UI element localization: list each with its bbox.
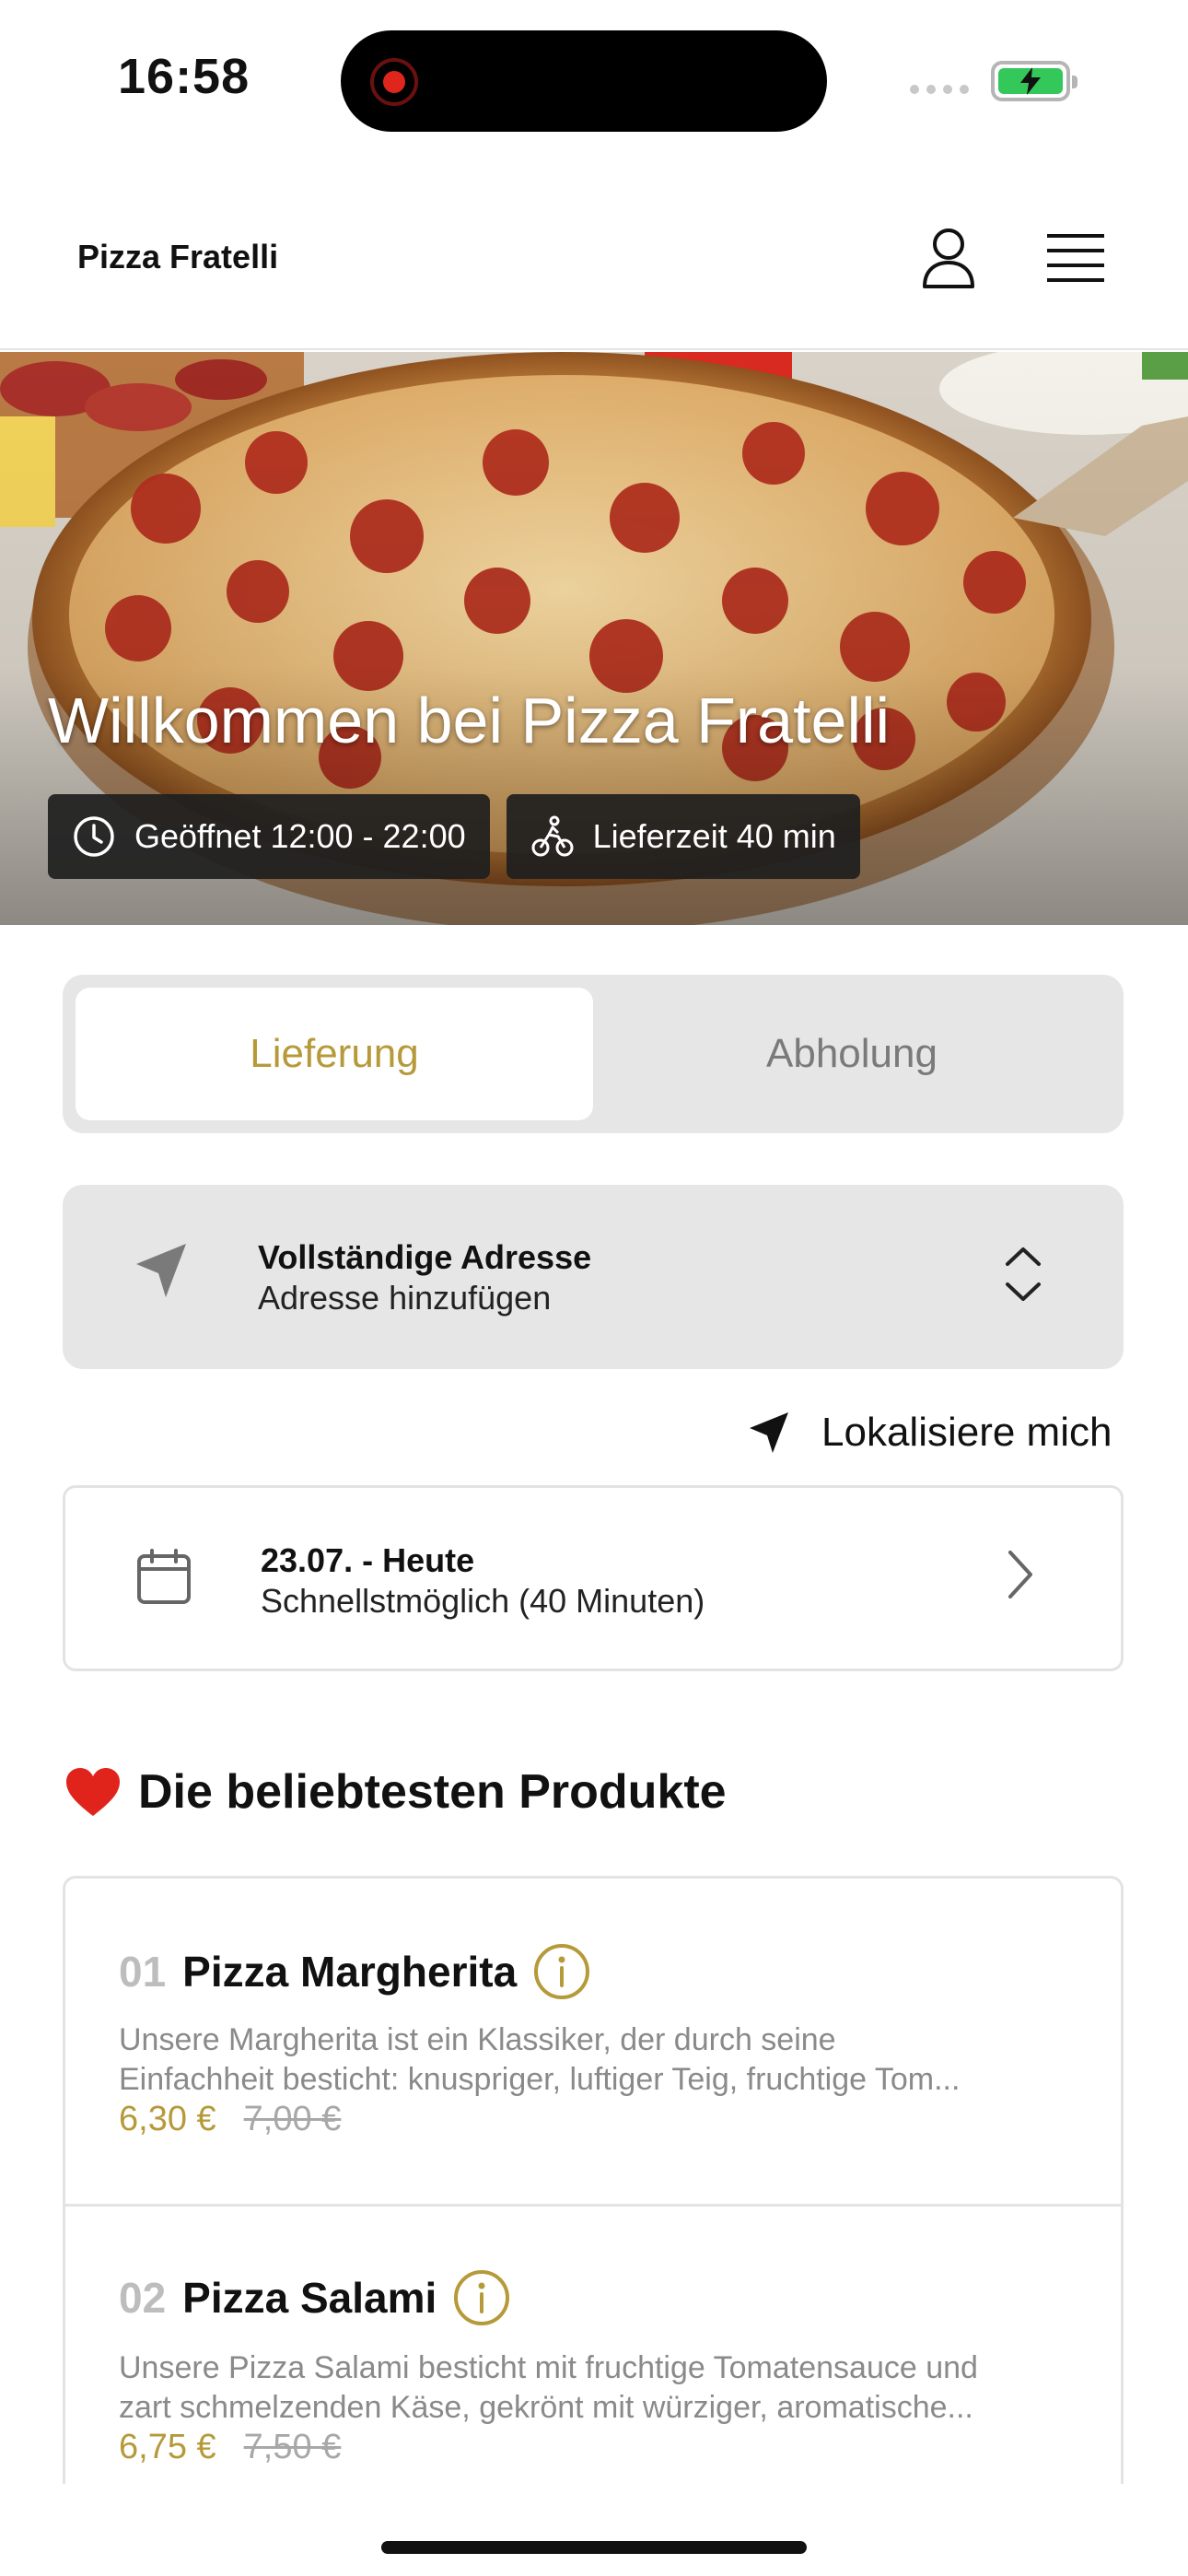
recording-indicator-icon: [370, 58, 418, 106]
product-prices: 6,30 € 7,00 €: [119, 2100, 341, 2139]
product-prices: 6,75 € 7,50 €: [119, 2428, 341, 2467]
address-selector[interactable]: Vollständige Adresse Adresse hinzufügen: [63, 1185, 1124, 1369]
signal-icon: [910, 85, 969, 94]
product-description: Unsere Margherita ist ein Klassiker, der…: [119, 2020, 1077, 2100]
info-icon[interactable]: [453, 2269, 510, 2326]
hero-badges: Geöffnet 12:00 - 22:00 Lieferzeit 40 min: [48, 794, 860, 879]
address-subtitle: Adresse hinzufügen: [258, 1279, 552, 1317]
dynamic-island: [341, 30, 827, 132]
product-description-line: zart schmelzenden Käse, gekrönt mit würz…: [119, 2390, 973, 2425]
brand-name[interactable]: Pizza Fratelli: [77, 238, 278, 276]
tab-delivery[interactable]: Lieferung: [76, 988, 593, 1120]
product-old-price: 7,00 €: [243, 2100, 342, 2138]
product-name: Pizza Margherita: [182, 1948, 518, 1996]
product-item[interactable]: 02 Pizza Salami Unsere Pizza Salami best…: [65, 2207, 1121, 2484]
hero-banner: Willkommen bei Pizza Fratelli Geöffnet 1…: [0, 352, 1188, 925]
delivery-time-text: Lieferzeit 40 min: [592, 817, 836, 855]
status-time: 16:58: [118, 49, 250, 104]
locate-me-label: Lokalisiere mich: [821, 1410, 1112, 1455]
product-description-line: Unsere Margherita ist ein Klassiker, der…: [119, 2022, 836, 2057]
location-arrow-icon: [136, 1244, 186, 1297]
locate-me-button[interactable]: Lokalisiere mich: [748, 1400, 1112, 1465]
chevron-right-icon: [1008, 1551, 1032, 1598]
hamburger-menu-icon: [1047, 234, 1104, 282]
delivery-time-badge: Lieferzeit 40 min: [506, 794, 860, 879]
popular-products-title: Die beliebtesten Produkte: [138, 1765, 727, 1819]
chevron-up-down-icon: [1006, 1247, 1041, 1301]
profile-button[interactable]: [912, 221, 985, 295]
status-bar: 16:58: [0, 0, 1188, 157]
popular-products-heading: Die beliebtesten Produkte: [64, 1763, 727, 1821]
tab-pickup[interactable]: Abholung: [593, 988, 1111, 1120]
product-item[interactable]: 01 Pizza Margherita Unsere Margherita is…: [65, 1879, 1121, 2207]
schedule-date: 23.07. - Heute: [261, 1541, 475, 1579]
opening-hours-badge: Geöffnet 12:00 - 22:00: [48, 794, 490, 879]
battery-icon: [991, 61, 1077, 101]
info-icon[interactable]: [533, 1943, 590, 2000]
home-indicator[interactable]: [381, 2541, 807, 2554]
address-title: Vollständige Adresse: [258, 1238, 592, 1276]
hero-title: Willkommen bei Pizza Fratelli: [48, 685, 891, 756]
product-description-line: Unsere Pizza Salami besticht mit fruchti…: [119, 2350, 978, 2385]
heart-icon: [66, 1768, 120, 1816]
menu-button[interactable]: [1039, 221, 1112, 295]
product-list: 01 Pizza Margherita Unsere Margherita is…: [63, 1876, 1124, 2484]
opening-hours-text: Geöffnet 12:00 - 22:00: [134, 817, 466, 855]
product-price: 6,30 €: [119, 2100, 216, 2138]
product-description-line: Einfachheit besticht: knuspriger, luftig…: [119, 2062, 961, 2097]
product-name: Pizza Salami: [182, 2274, 437, 2322]
bicycle-rider-icon: [531, 815, 574, 857]
calendar-icon: [137, 1549, 191, 1604]
product-number: 01: [119, 1948, 167, 1996]
app-header: Pizza Fratelli: [0, 175, 1188, 350]
order-type-tabs: Lieferung Abholung: [63, 975, 1124, 1133]
product-description: Unsere Pizza Salami besticht mit fruchti…: [119, 2348, 1077, 2428]
location-arrow-icon: [750, 1412, 788, 1453]
clock-icon: [74, 816, 114, 857]
product-price: 6,75 €: [119, 2428, 216, 2466]
delivery-time-selector[interactable]: 23.07. - Heute Schnellstmöglich (40 Minu…: [63, 1485, 1124, 1671]
schedule-time: Schnellstmöglich (40 Minuten): [261, 1582, 705, 1620]
product-old-price: 7,50 €: [243, 2428, 342, 2466]
product-number: 02: [119, 2274, 167, 2322]
person-icon: [923, 228, 974, 288]
